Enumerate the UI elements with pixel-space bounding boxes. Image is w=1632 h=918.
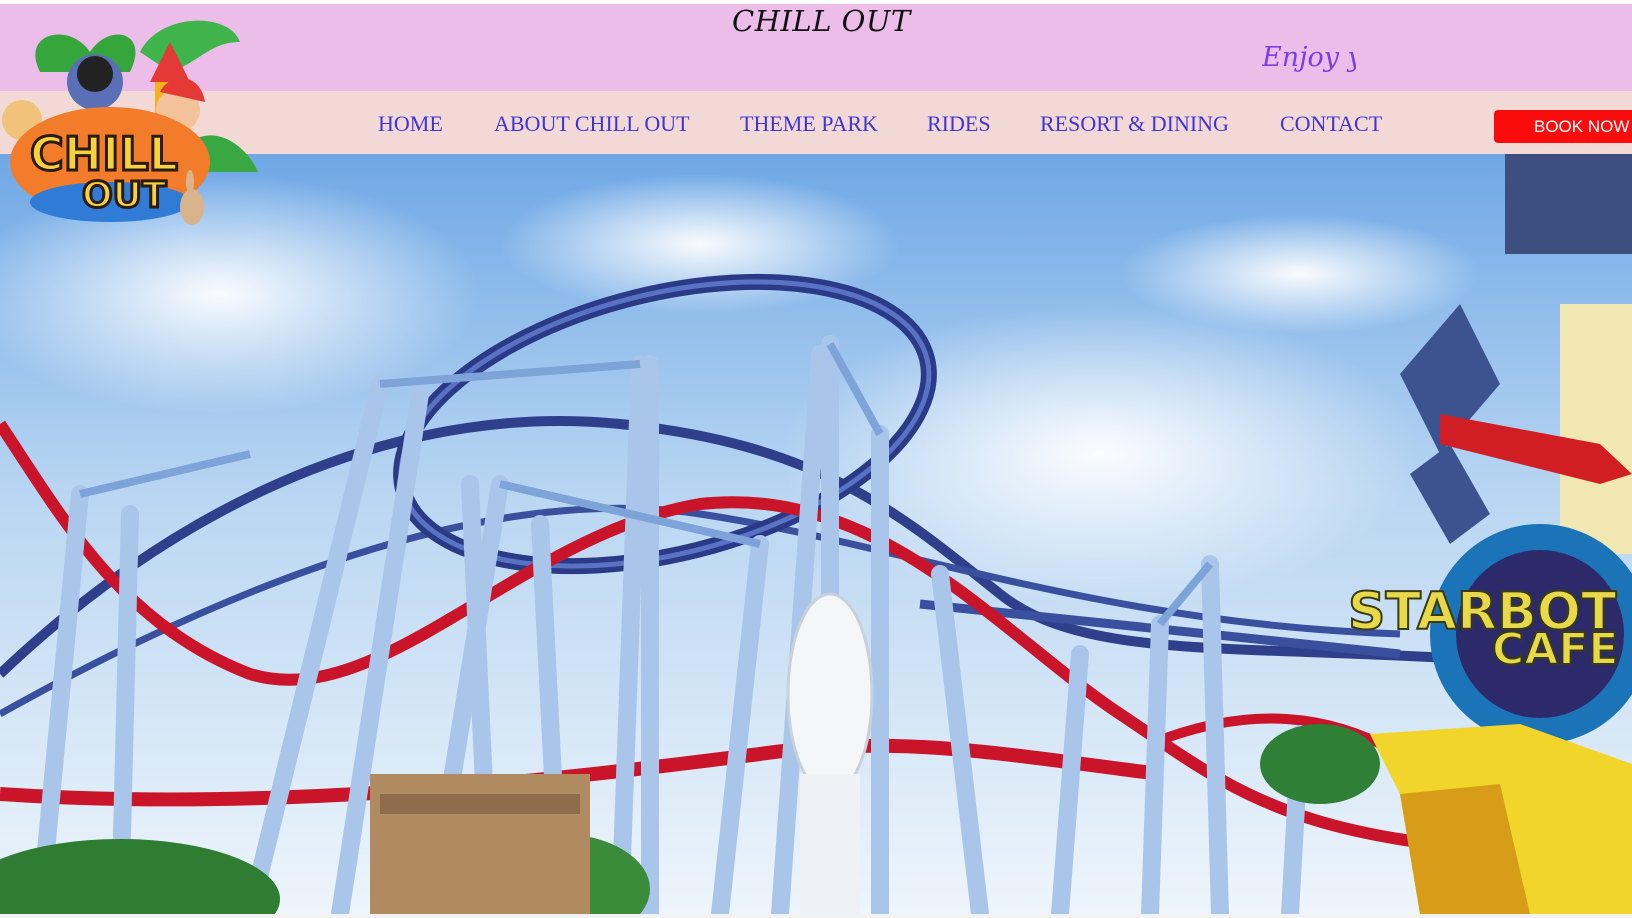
hero-roller-coaster-image: STARBOT CAFE <box>0 154 1632 914</box>
logo-line2: OUT <box>82 175 167 216</box>
hero-illustration: STARBOT CAFE <box>0 154 1632 914</box>
hero-sign-line2: CAFE <box>1492 624 1618 675</box>
site-title: CHILL OUT <box>732 4 911 38</box>
chill-out-logo[interactable]: CHILL OUT <box>0 12 262 226</box>
nav-theme-park[interactable]: THEME PARK <box>740 111 878 137</box>
book-now-button[interactable]: BOOK NOW <box>1494 110 1632 143</box>
tagline: Enjoy you <box>1262 42 1356 73</box>
nav-contact[interactable]: CONTACT <box>1280 111 1382 137</box>
nav-rides[interactable]: RIDES <box>927 111 991 137</box>
bottom-divider <box>0 914 1632 918</box>
nav-about-chill-out[interactable]: ABOUT CHILL OUT <box>494 111 690 137</box>
nav-home[interactable]: HOME <box>378 111 443 137</box>
logo-line1: CHILL <box>30 127 178 181</box>
nav-resort-dining[interactable]: RESORT & DINING <box>1040 111 1229 137</box>
page: STARBOT CAFE CHILL OUT Enjoy you HOME AB… <box>0 0 1632 918</box>
logo-graphic: CHILL OUT <box>2 20 258 225</box>
